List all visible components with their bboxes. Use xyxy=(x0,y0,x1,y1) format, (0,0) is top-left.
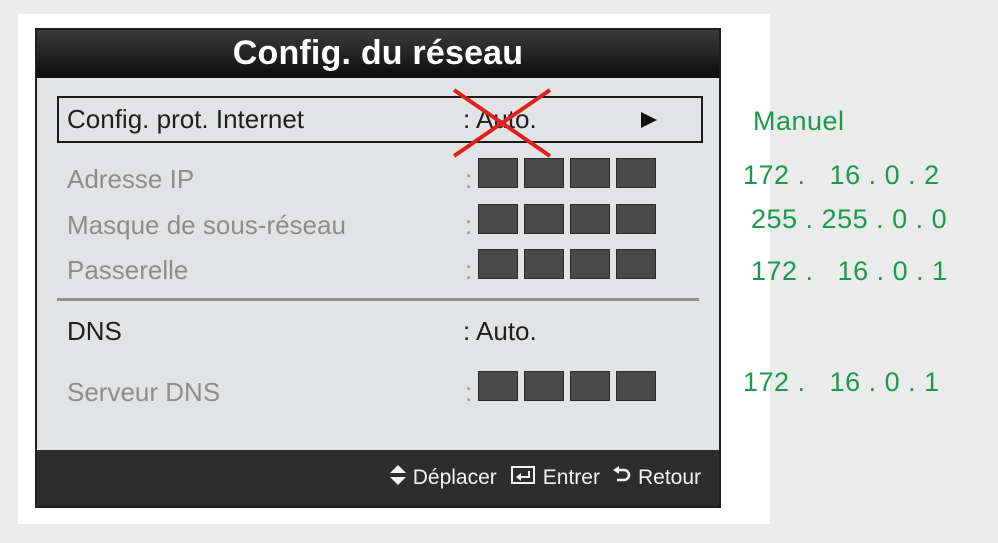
subnet-mask-fields[interactable] xyxy=(478,204,656,234)
octet-field[interactable] xyxy=(478,204,518,234)
row-label: Passerelle xyxy=(67,255,189,285)
octet-field[interactable] xyxy=(478,158,518,188)
red-cross-mark xyxy=(452,88,552,158)
octet-field[interactable] xyxy=(570,158,610,188)
octet-field[interactable] xyxy=(570,371,610,401)
octet-field[interactable] xyxy=(524,204,564,234)
octet-field[interactable] xyxy=(570,249,610,279)
enter-hint: Entrer xyxy=(542,466,600,489)
octet-field[interactable] xyxy=(616,371,656,401)
row-label: Masque de sous-réseau xyxy=(67,210,346,240)
octet-field[interactable] xyxy=(570,204,610,234)
annotation-ip: 172 . 16 . 0 . 2 xyxy=(743,160,940,190)
annotation-mode: Manuel xyxy=(753,106,845,136)
arrow-right-icon[interactable] xyxy=(641,112,657,128)
annotation-mask: 255 . 255 . 0 . 0 xyxy=(751,204,948,234)
row-colon: : xyxy=(465,164,473,194)
enter-icon xyxy=(510,465,537,491)
return-icon xyxy=(612,465,632,491)
row-label: Serveur DNS xyxy=(67,377,221,407)
network-config-dialog: Config. du réseau Config. prot. Internet… xyxy=(35,28,721,508)
row-label: Adresse IP xyxy=(67,164,195,194)
row-value: : Auto. xyxy=(463,316,537,346)
annotation-gateway: 172 . 16 . 0 . 1 xyxy=(751,256,948,286)
octet-field[interactable] xyxy=(616,204,656,234)
octet-field[interactable] xyxy=(616,158,656,188)
move-hint: Déplacer xyxy=(412,466,497,489)
octet-field[interactable] xyxy=(524,249,564,279)
octet-field[interactable] xyxy=(616,249,656,279)
section-divider xyxy=(57,298,699,301)
dns-server-fields[interactable] xyxy=(478,371,656,401)
octet-field[interactable] xyxy=(524,158,564,188)
annotation-dns: 172 . 16 . 0 . 1 xyxy=(743,367,940,397)
gateway-fields[interactable] xyxy=(478,249,656,279)
footer-hints: Déplacer Entrer Retour xyxy=(389,464,701,492)
up-down-arrows-icon xyxy=(389,464,407,492)
row-colon: : xyxy=(465,255,473,285)
octet-field[interactable] xyxy=(478,371,518,401)
octet-field[interactable] xyxy=(524,371,564,401)
ip-address-fields[interactable] xyxy=(478,158,656,188)
dialog-title: Config. du réseau xyxy=(37,30,719,78)
row-colon: : xyxy=(465,377,473,407)
return-hint: Retour xyxy=(637,466,701,489)
dialog-footer: Déplacer Entrer Retour xyxy=(37,450,719,506)
row-label: Config. prot. Internet xyxy=(67,104,305,134)
row-label: DNS xyxy=(67,316,122,346)
row-colon: : xyxy=(465,210,473,240)
octet-field[interactable] xyxy=(478,249,518,279)
